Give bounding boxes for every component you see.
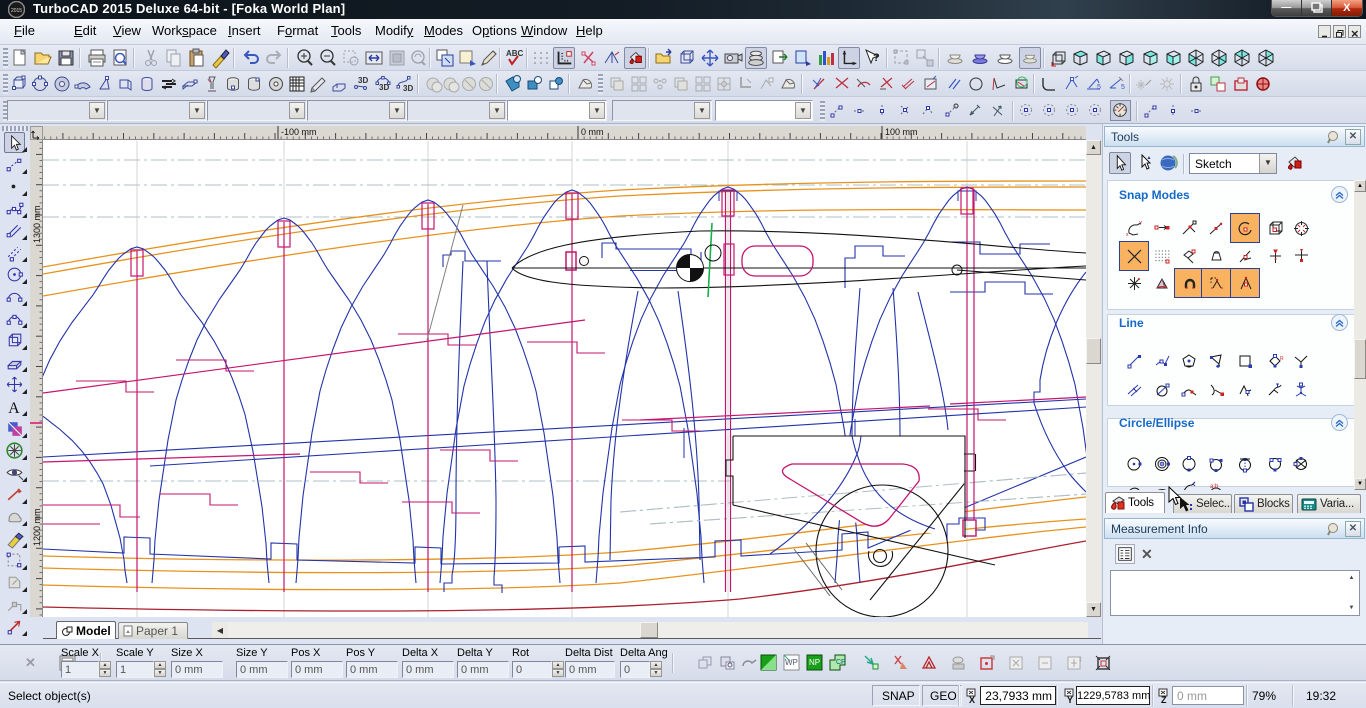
svg-text:?: ? (873, 52, 880, 64)
svg-text:X: X (969, 695, 975, 704)
svg-text:-100 mm: -100 mm (281, 127, 317, 137)
svg-text:5: 5 (1121, 84, 1125, 91)
svg-text:NP: NP (809, 658, 820, 667)
svg-text:R: R (1280, 356, 1284, 362)
svg-text:Y: Y (1067, 695, 1073, 704)
svg-text:1300 mm: 1300 mm (32, 205, 42, 243)
svg-text:‡: ‡ (1079, 657, 1082, 663)
svg-text:A: A (8, 400, 20, 417)
svg-text:1200 mm: 1200 mm (32, 508, 42, 546)
svg-text:CP: CP (836, 659, 846, 666)
svg-text:Y: Y (1139, 221, 1143, 227)
svg-text:Z: Z (1161, 695, 1167, 704)
svg-text:0 mm: 0 mm (581, 127, 604, 137)
svg-text:2015: 2015 (11, 8, 22, 14)
svg-text:3D: 3D (403, 84, 413, 93)
svg-text:ABC: ABC (506, 49, 524, 58)
svg-text:5: 5 (1097, 84, 1101, 91)
svg-text:WP: WP (785, 658, 798, 667)
svg-text:3D: 3D (358, 76, 368, 85)
svg-text:a:b: a:b (1210, 484, 1219, 490)
svg-text:100 mm: 100 mm (885, 127, 918, 137)
